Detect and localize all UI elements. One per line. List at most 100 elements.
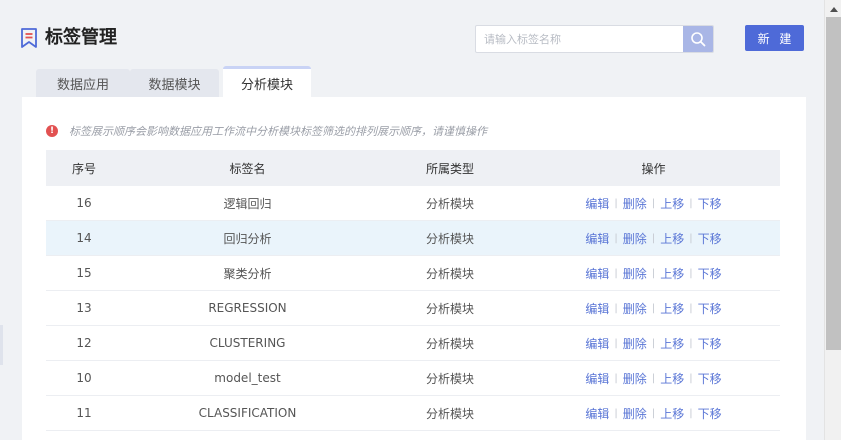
header-actions: 操作 [641,161,666,176]
delete-link[interactable]: 删除 [623,230,647,247]
cell-index: 14 [76,231,92,245]
action-separator: | [614,232,618,244]
search-button[interactable] [683,26,713,52]
page: 标签管理 新 建 数据应用 数据模块 分析模块 ! 标签展示顺序会影响数据应用工… [0,0,824,440]
header-index: 序号 [71,161,96,176]
table-row: 16 逻辑回归 分析模块 编辑 | 删除 | 上移 | 下移 [46,186,780,221]
table-row: 15 聚类分析 分析模块 编辑 | 删除 | 上移 | 下移 [46,256,780,291]
move-down-link[interactable]: 下移 [698,195,722,212]
action-separator: | [614,337,618,349]
cell-tag-name: CLUSTERING [209,336,286,350]
cell-actions: 编辑 | 删除 | 上移 | 下移 [527,370,780,387]
action-separator: | [614,407,618,419]
move-down-link[interactable]: 下移 [698,335,722,352]
new-button[interactable]: 新 建 [745,25,804,51]
cell-index: 13 [76,301,92,315]
cell-type: 分析模块 [425,196,474,211]
cell-tag-name: 聚类分析 [223,266,272,281]
delete-link[interactable]: 删除 [623,265,647,282]
edit-link[interactable]: 编辑 [585,265,609,282]
search-input[interactable] [476,26,686,52]
delete-link[interactable]: 删除 [623,300,647,317]
tab-data-module[interactable]: 数据模块 [130,69,219,97]
bookmark-list-icon [21,28,37,48]
edit-link[interactable]: 编辑 [585,195,609,212]
cell-tag-name: CLASSIFICATION [198,406,297,420]
cell-type: 分析模块 [425,266,474,281]
action-separator: | [651,197,656,209]
cell-tag-name: REGRESSION [208,301,287,315]
delete-link[interactable]: 删除 [623,405,647,422]
move-up-link[interactable]: 上移 [660,335,684,352]
cell-actions: 编辑 | 删除 | 上移 | 下移 [527,195,780,212]
action-separator: | [689,372,693,384]
search-icon [691,32,706,47]
action-separator: | [651,337,656,349]
action-separator: | [651,372,656,384]
move-down-link[interactable]: 下移 [698,230,722,247]
header: 标签管理 新 建 [0,0,824,66]
action-separator: | [651,407,656,419]
content-panel: ! 标签展示顺序会影响数据应用工作流中分析模块标签筛选的排列展示顺序，请谨慎操作… [22,97,806,440]
action-separator: | [689,302,693,314]
header-type: 所属类型 [425,161,474,176]
table-row: 14 回归分析 分析模块 编辑 | 删除 | 上移 | 下移 [46,221,780,256]
move-up-link[interactable]: 上移 [660,230,684,247]
cell-tag-name: model_test [214,371,281,385]
table-body: 16 逻辑回归 分析模块 编辑 | 删除 | 上移 | 下移 14 回归分析 分析模块 编辑 | 删除 | 上移 |… [46,186,780,431]
cell-actions: 编辑 | 删除 | 上移 | 下移 [527,300,780,317]
table-row: 10 model_test 分析模块 编辑 | 删除 | 上移 | 下移 [46,361,780,396]
cell-index: 11 [76,406,92,420]
table-row: 13 REGRESSION 分析模块 编辑 | 删除 | 上移 | 下移 [46,291,780,326]
delete-link[interactable]: 删除 [623,195,647,212]
move-up-link[interactable]: 上移 [660,405,684,422]
move-up-link[interactable]: 上移 [660,265,684,282]
delete-link[interactable]: 删除 [623,370,647,387]
action-separator: | [689,337,693,349]
tab-data-application[interactable]: 数据应用 [36,69,130,97]
table-header: 序号 标签名 所属类型 操作 [46,150,780,186]
action-separator: | [614,267,618,279]
edit-link[interactable]: 编辑 [585,300,609,317]
alert-circle-icon: ! [46,125,58,137]
scroll-thumb[interactable] [826,17,841,350]
vertical-scrollbar[interactable] [824,0,841,440]
move-up-link[interactable]: 上移 [660,300,684,317]
cell-type: 分析模块 [425,231,474,246]
table-row: 11 CLASSIFICATION 分析模块 编辑 | 删除 | 上移 | 下移 [46,396,780,431]
cell-index: 10 [76,371,92,385]
notice-text: 标签展示顺序会影响数据应用工作流中分析模块标签筛选的排列展示顺序，请谨慎操作 [69,125,487,138]
move-down-link[interactable]: 下移 [698,370,722,387]
move-up-link[interactable]: 上移 [660,370,684,387]
table-row: 12 CLUSTERING 分析模块 编辑 | 删除 | 上移 | 下移 [46,326,780,361]
cell-type: 分析模块 [425,301,474,316]
page-title: 标签管理 [45,27,117,48]
action-separator: | [689,407,693,419]
scroll-up-button[interactable] [825,0,841,17]
move-down-link[interactable]: 下移 [698,300,722,317]
tag-table: 序号 标签名 所属类型 操作 16 逻辑回归 分析模块 编辑 | 删除 | 上移 | 下移 14 回归… [46,150,780,431]
action-separator: | [651,232,656,244]
cell-type: 分析模块 [425,371,474,386]
tab-analysis-module[interactable]: 分析模块 [223,66,311,97]
cell-actions: 编辑 | 删除 | 上移 | 下移 [527,230,780,247]
edit-link[interactable]: 编辑 [585,230,609,247]
cell-index: 16 [76,196,92,210]
cell-actions: 编辑 | 删除 | 上移 | 下移 [527,335,780,352]
left-edge-handle [0,325,3,365]
edit-link[interactable]: 编辑 [585,335,609,352]
action-separator: | [689,267,693,279]
action-separator: | [614,372,618,384]
move-down-link[interactable]: 下移 [698,405,722,422]
action-separator: | [614,302,618,314]
header-tag-name: 标签名 [229,161,266,176]
delete-link[interactable]: 删除 [623,335,647,352]
cell-type: 分析模块 [425,406,474,421]
action-separator: | [651,302,656,314]
edit-link[interactable]: 编辑 [585,405,609,422]
edit-link[interactable]: 编辑 [585,370,609,387]
move-down-link[interactable]: 下移 [698,265,722,282]
action-separator: | [689,197,693,209]
cell-tag-name: 回归分析 [223,231,272,246]
move-up-link[interactable]: 上移 [660,195,684,212]
